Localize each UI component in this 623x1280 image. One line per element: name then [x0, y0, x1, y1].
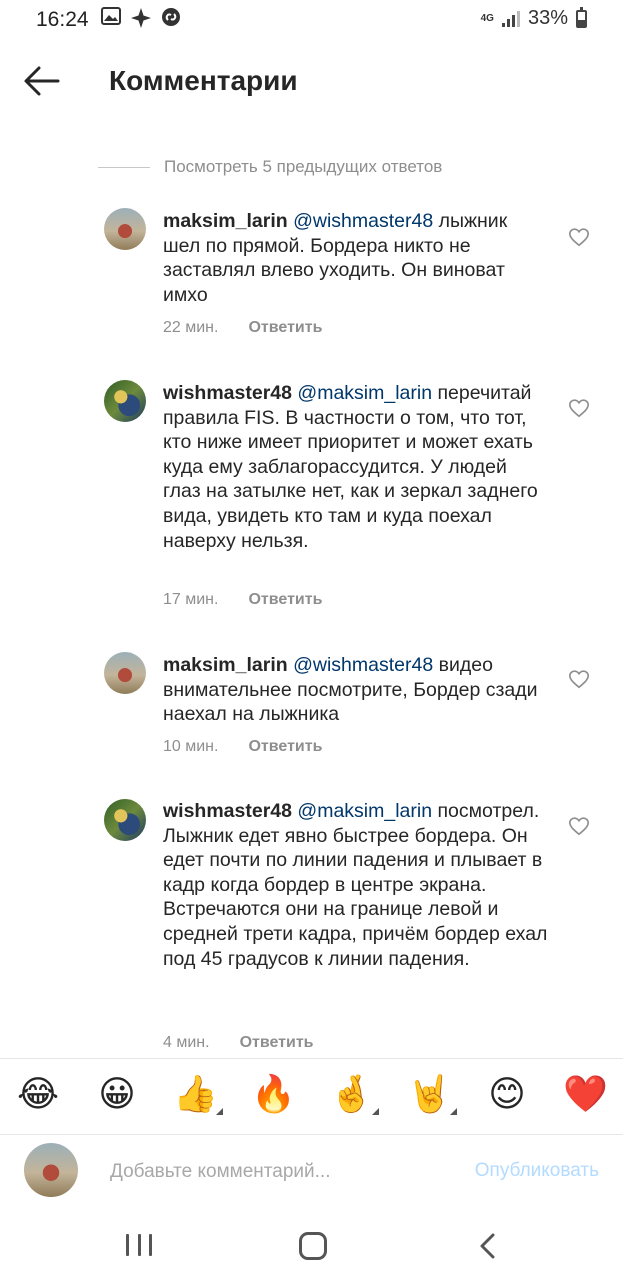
system-nav-bar [0, 1214, 623, 1280]
emoji-smiling[interactable]: 😊 [485, 1073, 529, 1117]
header: Комментарии [0, 45, 623, 117]
comment-time: 22 мин. [163, 319, 219, 336]
comment-message: перечитай правила FIS. В частности о том… [163, 382, 538, 552]
comment-text: maksim_larin @wishmaster48 видео внимате… [163, 653, 548, 727]
reply-button[interactable]: Ответить [248, 591, 322, 609]
skin-tone-indicator-icon [372, 1108, 379, 1115]
heart-icon[interactable] [568, 226, 590, 248]
comment-meta: 17 мин. Ответить [163, 591, 322, 609]
emoji-fire[interactable]: 🔥 [251, 1073, 296, 1117]
comment-text: maksim_larin @wishmaster48 лыжник шел по… [163, 209, 548, 307]
reply-button[interactable]: Ответить [248, 319, 322, 337]
comment-time: 10 мин. [163, 738, 219, 755]
recent-apps-icon[interactable] [126, 1234, 152, 1258]
emoji-thumbs-up-glyph: 👍 [173, 1074, 218, 1115]
heart-icon[interactable] [568, 815, 590, 837]
comment-input[interactable] [110, 1157, 430, 1187]
emoji-crossed-fingers[interactable]: 🤞 [329, 1073, 379, 1117]
comment-time: 4 мин. [163, 1034, 210, 1051]
view-previous-replies[interactable]: Посмотреть 5 предыдущих ответов [98, 154, 442, 180]
status-notification-icons [100, 7, 182, 35]
current-user-avatar [24, 1143, 78, 1197]
emoji-rock-on[interactable]: 🤘 [407, 1073, 457, 1117]
comment-meta: 10 мин. Ответить [163, 738, 322, 756]
signal-icon [501, 10, 520, 27]
comment-text: wishmaster48 @maksim_larin перечитай пра… [163, 381, 548, 553]
status-time: 16:24 [36, 8, 89, 31]
avatar[interactable] [104, 652, 146, 694]
comment-username[interactable]: maksim_larin [163, 210, 288, 232]
back-chevron-icon[interactable] [476, 1232, 500, 1260]
comment-username[interactable]: maksim_larin [163, 654, 288, 676]
emoji-bar: 😂 😀 👍 🔥 🤞 🤘 😊 ❤️ [0, 1058, 623, 1134]
network-type: 4G [480, 12, 494, 24]
publish-button[interactable]: Опубликовать [475, 1160, 599, 1182]
comment-mention[interactable]: @maksim_larin [297, 800, 432, 822]
home-icon[interactable] [299, 1232, 327, 1260]
comment-text: wishmaster48 @maksim_larin посмотрел. Лы… [163, 799, 548, 971]
emoji-red-heart[interactable]: ❤️ [563, 1073, 608, 1117]
reply-button[interactable]: Ответить [248, 738, 322, 756]
avatar[interactable] [104, 380, 146, 422]
shazam-icon [160, 7, 182, 35]
comment-username[interactable]: wishmaster48 [163, 382, 292, 404]
comment-mention[interactable]: @wishmaster48 [293, 654, 433, 676]
comment-input-bar: Опубликовать [0, 1134, 623, 1214]
sparkle-icon [130, 7, 152, 35]
skin-tone-indicator-icon [216, 1108, 223, 1115]
battery-percent: 33% [527, 7, 568, 29]
emoji-crossed-fingers-glyph: 🤞 [329, 1074, 374, 1115]
status-right: 4G 33% [480, 6, 587, 30]
avatar[interactable] [104, 208, 146, 250]
battery-icon [576, 6, 587, 28]
reply-button[interactable]: Ответить [240, 1034, 314, 1052]
emoji-grinning[interactable]: 😀 [95, 1073, 139, 1117]
comment-message: посмотрел. Лыжник едет явно быстрее борд… [163, 800, 548, 970]
back-button[interactable] [22, 63, 62, 99]
emoji-thumbs-up[interactable]: 👍 [173, 1073, 223, 1117]
emoji-tears-of-joy[interactable]: 😂 [16, 1073, 60, 1117]
comment-username[interactable]: wishmaster48 [163, 800, 292, 822]
avatar[interactable] [104, 799, 146, 841]
comment-meta: 4 мин. Ответить [163, 1034, 314, 1052]
arrow-left-icon [24, 66, 60, 96]
gallery-icon [100, 7, 122, 35]
status-bar: 16:24 4G 33% [0, 0, 623, 40]
comment-mention[interactable]: @maksim_larin [297, 382, 432, 404]
heart-icon[interactable] [568, 668, 590, 690]
page-title: Комментарии [109, 65, 298, 96]
divider-line [98, 166, 150, 168]
emoji-rock-on-glyph: 🤘 [407, 1074, 452, 1115]
comment-meta: 22 мин. Ответить [163, 319, 322, 337]
heart-icon[interactable] [568, 397, 590, 419]
comment-mention[interactable]: @wishmaster48 [293, 210, 433, 232]
view-previous-label[interactable]: Посмотреть 5 предыдущих ответов [164, 157, 442, 177]
skin-tone-indicator-icon [450, 1108, 457, 1115]
comment-time: 17 мин. [163, 591, 219, 608]
